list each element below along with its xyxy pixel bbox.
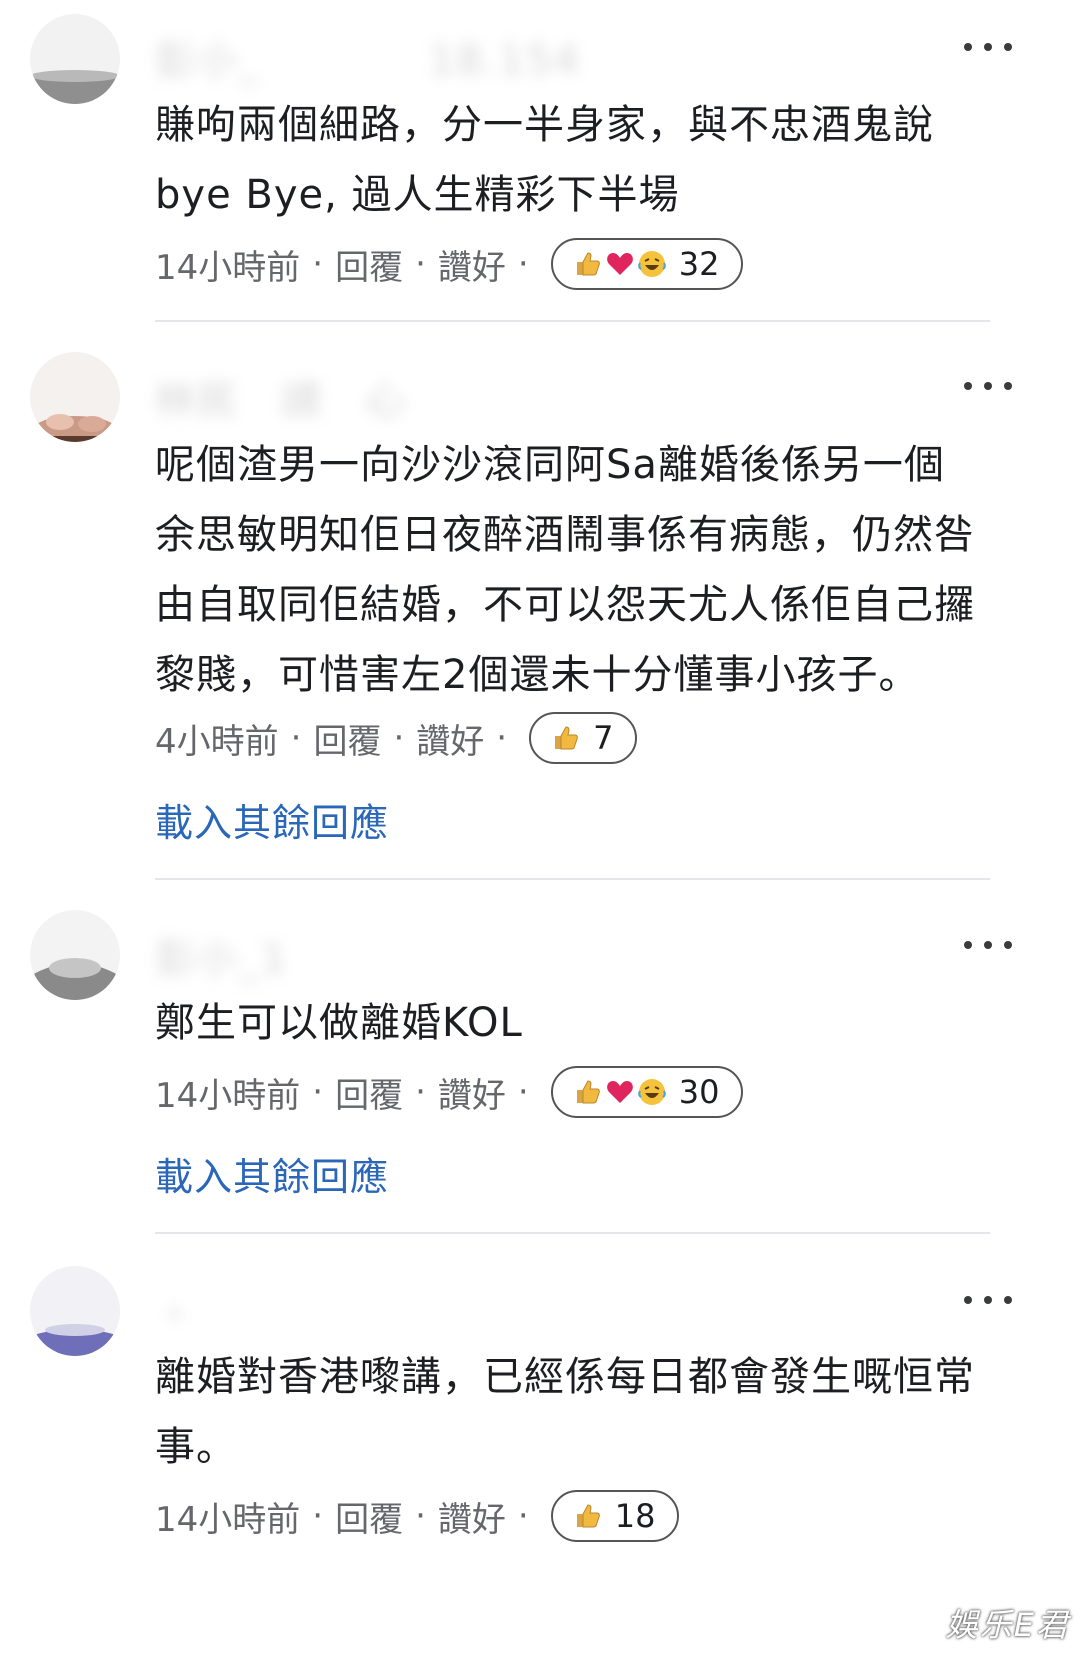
reactions-badge[interactable]: 7 <box>529 712 638 764</box>
like-button[interactable]: 讚好 <box>438 1068 506 1117</box>
avatar[interactable] <box>30 910 120 1000</box>
thumbs-up-icon <box>573 1501 603 1531</box>
laughing-face-icon <box>637 1077 667 1107</box>
separator-dot: · <box>517 1072 529 1112</box>
timestamp: 4小時前 <box>155 721 279 762</box>
username[interactable]: 彭小_ 18.154 <box>155 28 581 86</box>
separator-dot: · <box>393 718 405 758</box>
reactions-badge[interactable]: 18 <box>550 1490 680 1542</box>
separator-dot: · <box>312 244 324 284</box>
timestamp: 14小時前 <box>155 247 301 288</box>
more-options-icon[interactable] <box>964 40 1012 54</box>
comment-line: 黎賤，可惜害左2個還未十分懂事小孩子。 <box>155 652 920 698</box>
reply-button[interactable]: 回覆 <box>313 714 381 763</box>
reply-button[interactable]: 回覆 <box>335 240 403 289</box>
separator-dot: · <box>517 244 529 284</box>
heart-icon <box>605 1077 635 1107</box>
thumbs-up-icon <box>573 249 603 279</box>
reactions-badge[interactable]: 30 <box>550 1066 744 1118</box>
comment-meta: 14小時前 · 回覆 · 讚好 · 32 <box>155 236 744 292</box>
timestamp: 14小時前 <box>155 1075 301 1116</box>
reply-button[interactable]: 回覆 <box>335 1492 403 1541</box>
like-button[interactable]: 讚好 <box>438 240 506 289</box>
timestamp: 14小時前 <box>155 1499 301 1540</box>
comment-text: 賺呴兩個細路，分一半身家，與不忠酒鬼說 bye Bye, 過人生精彩下半場 <box>155 90 1055 230</box>
like-button[interactable]: 讚好 <box>416 714 484 763</box>
avatar[interactable] <box>30 14 120 104</box>
separator-dot: · <box>312 1072 324 1112</box>
load-more-replies-link[interactable]: 載入其餘回應 <box>155 1146 389 1201</box>
divider <box>155 320 990 322</box>
separator-dot: · <box>312 1496 324 1536</box>
heart-icon <box>605 249 635 279</box>
username[interactable]: 彭小_1 <box>155 926 414 984</box>
comment-line: 由自取同佢結婚，不可以怨天尤人係佢自己攞 <box>155 582 975 628</box>
more-options-icon[interactable] <box>964 379 1012 393</box>
comment-meta: 14小時前 · 回覆 · 讚好 · 18 <box>155 1488 680 1544</box>
separator-dot: · <box>290 718 302 758</box>
reaction-count: 32 <box>678 245 720 283</box>
avatar[interactable] <box>30 352 120 442</box>
comment-meta: 4小時前 · 回覆 · 讚好 · 7 <box>155 710 638 766</box>
avatar[interactable] <box>30 1266 120 1356</box>
separator-dot: · <box>415 1072 426 1112</box>
separator-dot: · <box>415 1496 426 1536</box>
divider <box>155 1232 990 1234</box>
comment-line: 鄭生可以做離婚KOL <box>155 1000 523 1046</box>
comment-line: 余思敏明知佢日夜醉酒鬧事係有病態，仍然咎 <box>155 512 975 558</box>
username[interactable]: 林民 請 心 <box>155 368 407 426</box>
comment-text: 離婚對香港嚟講，已經係每日都會發生嘅恒常 事。 <box>155 1342 1055 1482</box>
comment-text: 鄭生可以做離婚KOL <box>155 988 1055 1058</box>
reply-button[interactable]: 回覆 <box>335 1068 403 1117</box>
comment-line: 事。 <box>155 1424 237 1470</box>
more-options-icon[interactable] <box>964 938 1012 952</box>
thumbs-up-icon <box>551 723 581 753</box>
reactions-badge[interactable]: 32 <box>550 238 744 290</box>
username[interactable]: ・ <box>155 1282 239 1340</box>
comment-line: 呢個渣男一向沙沙滾同阿Sa離婚後係另一個 <box>155 442 945 488</box>
load-more-replies-link[interactable]: 載入其餘回應 <box>155 792 389 847</box>
more-options-icon[interactable] <box>964 1293 1012 1307</box>
reaction-count: 7 <box>593 719 614 757</box>
reaction-count: 18 <box>614 1497 656 1535</box>
divider <box>155 878 990 880</box>
separator-dot: · <box>517 1496 529 1536</box>
comment-line: bye Bye, 過人生精彩下半場 <box>155 172 680 218</box>
reaction-count: 30 <box>678 1073 720 1111</box>
separator-dot: · <box>415 244 426 284</box>
thumbs-up-icon <box>573 1077 603 1107</box>
comment-text: 呢個渣男一向沙沙滾同阿Sa離婚後係另一個 余思敏明知佢日夜醉酒鬧事係有病態，仍然… <box>155 430 1055 710</box>
comment-meta: 14小時前 · 回覆 · 讚好 · 30 <box>155 1064 744 1120</box>
like-button[interactable]: 讚好 <box>438 1492 506 1541</box>
comment-line: 離婚對香港嚟講，已經係每日都會發生嘅恒常 <box>155 1354 975 1400</box>
separator-dot: · <box>496 718 508 758</box>
watermark: 娛乐E君 <box>945 1606 1070 1644</box>
laughing-face-icon <box>637 249 667 279</box>
comment-line: 賺呴兩個細路，分一半身家，與不忠酒鬼說 <box>155 102 934 148</box>
